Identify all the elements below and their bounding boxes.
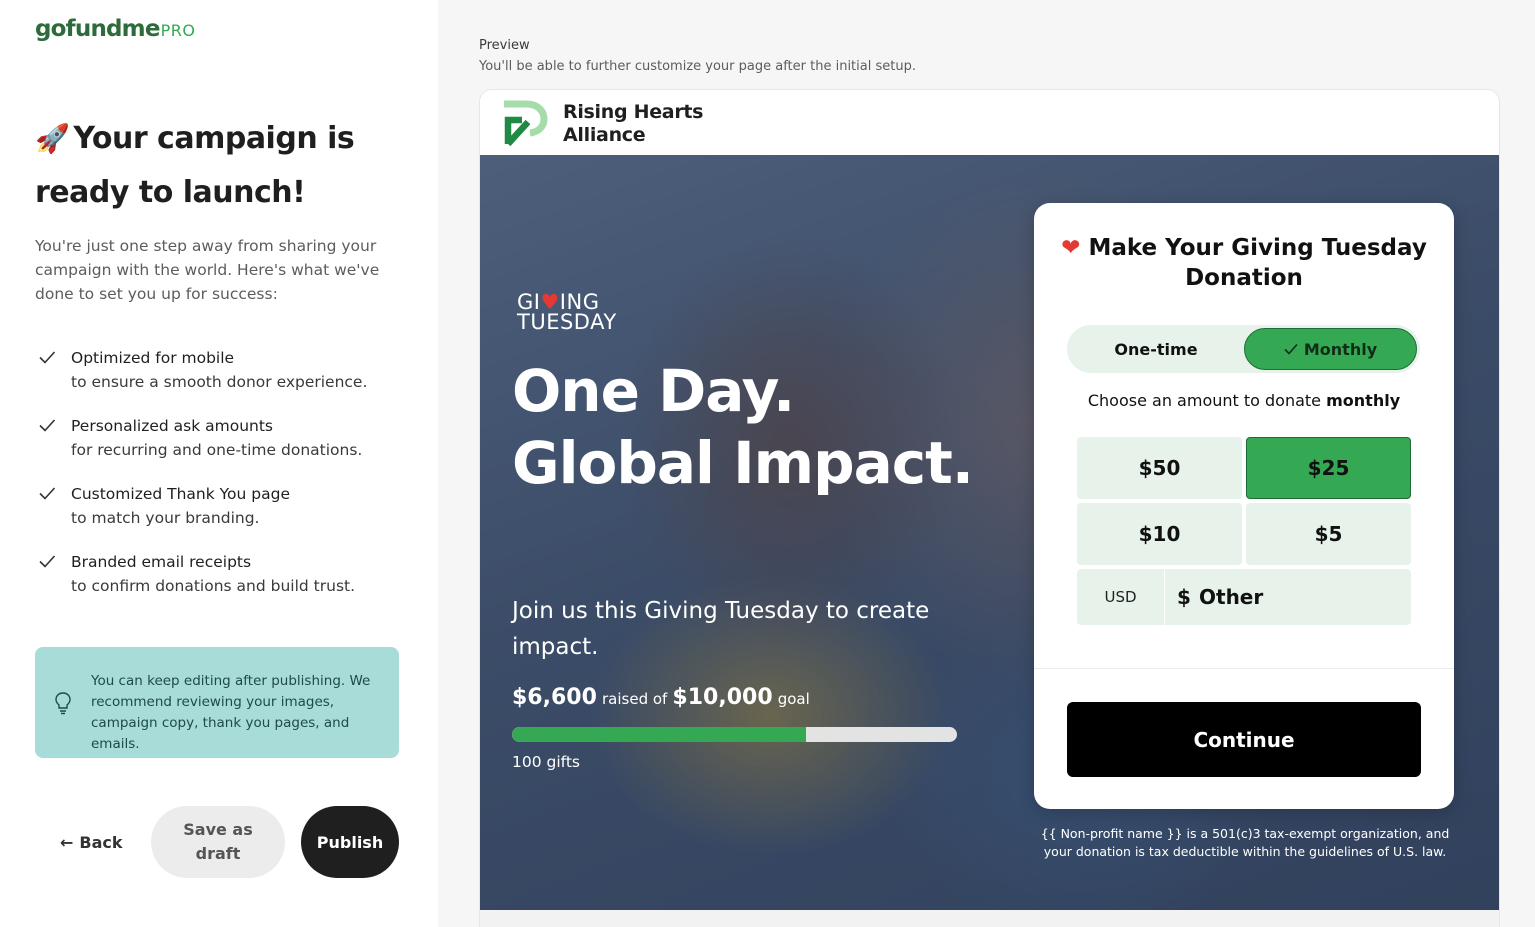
donation-card-title: ❤ Make Your Giving Tuesday Donation	[1054, 233, 1434, 293]
feature-subtitle: to match your branding.	[71, 509, 260, 527]
amount-option-selected[interactable]: $25	[1246, 437, 1411, 499]
currency-symbol: $	[1177, 585, 1191, 609]
feature-title: Optimized for mobile	[71, 349, 235, 367]
intro-text: You're just one step away from sharing y…	[35, 237, 380, 303]
feature-item: Customized Thank You page to match your …	[35, 482, 415, 550]
donation-card: ❤ Make Your Giving Tuesday Donation One-…	[1034, 203, 1454, 809]
preview-footer-strip	[480, 910, 1499, 927]
preview-subtitle: You'll be able to further customize your…	[479, 59, 916, 74]
other-amount-input[interactable]	[1199, 577, 1399, 617]
setup-panel: gofundmePRO 🚀 Your campaign is ready to l…	[0, 0, 438, 927]
feature-title: Branded email receipts	[71, 553, 252, 571]
progress-bar-fill	[512, 727, 806, 742]
choose-amount-frequency: monthly	[1326, 391, 1401, 410]
page-title-text: Your campaign is ready to launch!	[35, 121, 355, 210]
feature-item: Personalized ask amounts for recurring a…	[35, 414, 415, 482]
preview-label: Preview	[479, 38, 530, 53]
hero-banner: GI♥ING TUESDAY One Day. Global Impact. J…	[480, 155, 1499, 910]
gifts-count: 100 gifts	[512, 753, 580, 771]
campaign-preview-frame: Rising Hearts Alliance GI♥ING TUESDAY On…	[480, 90, 1499, 927]
feature-item: Branded email receipts to confirm donati…	[35, 550, 415, 618]
feature-title: Personalized ask amounts	[71, 417, 273, 435]
goal-label: goal	[777, 690, 810, 708]
amount-option[interactable]: $5	[1246, 503, 1411, 565]
choose-amount-label: Choose an amount to donate	[1087, 391, 1322, 410]
check-icon	[39, 351, 56, 364]
org-logo-icon	[504, 100, 548, 147]
tip-text: You can keep editing after publishing. W…	[91, 673, 371, 752]
giving-tuesday-logo-part: TUESDAY	[517, 310, 617, 334]
lightbulb-icon	[55, 692, 71, 715]
card-divider	[1034, 668, 1454, 669]
hero-subtitle: Join us this Giving Tuesday to create im…	[512, 598, 930, 660]
monthly-toggle[interactable]: Monthly	[1244, 328, 1417, 370]
giving-tuesday-logo: GI♥ING TUESDAY	[517, 292, 617, 334]
back-button-label: Back	[79, 832, 123, 852]
goal-amount: $10,000	[672, 685, 773, 710]
feature-subtitle: for recurring and one-time donations.	[71, 441, 363, 459]
feature-subtitle: to ensure a smooth donor experience.	[71, 373, 368, 391]
editing-tip-callout: You can keep editing after publishing. W…	[35, 647, 399, 758]
other-amount-field: USD $	[1077, 569, 1411, 625]
back-button[interactable]: ← Back	[46, 822, 137, 862]
donation-card-title-text: Make Your Giving Tuesday Donation	[1088, 235, 1427, 291]
choose-amount-text: Choose an amount to donate monthly	[1054, 391, 1434, 410]
feature-title: Customized Thank You page	[71, 485, 290, 503]
check-icon	[39, 487, 56, 500]
rocket-icon: 🚀	[35, 122, 70, 155]
amount-option[interactable]: $50	[1077, 437, 1242, 499]
feature-subtitle: to confirm donations and build trust.	[71, 577, 356, 595]
raised-of-label: raised of	[602, 690, 668, 708]
continue-button[interactable]: Continue	[1067, 702, 1421, 777]
feature-item: Optimized for mobile to ensure a smooth …	[35, 346, 415, 414]
page-title: 🚀 Your campaign is ready to launch!	[35, 112, 365, 220]
gofundme-pro-logo[interactable]: gofundmePRO	[35, 16, 196, 42]
arrow-left-icon: ←	[60, 832, 74, 852]
logo-text: gofundme	[35, 16, 160, 42]
monthly-toggle-label: Monthly	[1303, 339, 1378, 359]
progress-bar	[512, 727, 957, 742]
fundraising-progress-text: $6,600 raised of $10,000 goal	[512, 685, 972, 710]
tax-disclaimer: {{ Non-profit name }} is a 501(c)3 tax-e…	[1040, 826, 1450, 859]
amount-option[interactable]: $10	[1077, 503, 1242, 565]
frequency-toggle: One-time Monthly	[1067, 325, 1420, 373]
heart-icon: ❤	[1061, 235, 1081, 261]
logo-suffix: PRO	[160, 21, 196, 40]
org-name: Rising Hearts Alliance	[563, 101, 704, 146]
one-time-toggle[interactable]: One-time	[1067, 325, 1245, 373]
feature-list: Optimized for mobile to ensure a smooth …	[35, 346, 415, 618]
raised-amount: $6,600	[512, 685, 597, 710]
check-icon	[39, 419, 56, 432]
currency-select[interactable]: USD	[1077, 569, 1165, 625]
hero-title: One Day. Global Impact.	[512, 357, 974, 497]
org-header: Rising Hearts Alliance	[480, 90, 1499, 155]
check-icon	[39, 555, 56, 568]
publish-button[interactable]: Publish	[301, 806, 399, 878]
save-as-draft-button[interactable]: Save as draft	[151, 806, 285, 878]
check-icon	[1284, 343, 1298, 355]
